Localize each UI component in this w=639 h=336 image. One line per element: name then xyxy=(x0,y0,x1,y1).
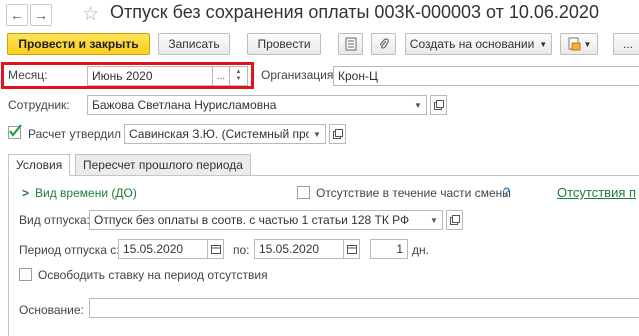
chevron-down-icon: ▼ xyxy=(313,129,321,139)
chevron-down-icon: ▼ xyxy=(235,76,242,82)
open-icon xyxy=(332,129,343,139)
chevron-down-icon: ▼ xyxy=(583,39,592,49)
period-label: Период отпуска с: xyxy=(19,243,120,257)
organization-label: Организация: xyxy=(261,68,337,82)
forward-button[interactable]: → xyxy=(30,4,52,26)
approved-checkbox[interactable] xyxy=(8,124,22,139)
leave-type-label: Вид отпуска: xyxy=(19,213,90,227)
calendar-icon xyxy=(346,245,357,254)
more-button[interactable]: ... xyxy=(613,33,639,55)
date-to-field[interactable]: 15.05.2020 xyxy=(254,239,348,259)
partial-absence-label: Отсутствие в течение части смены xyxy=(316,186,511,200)
basis-field[interactable] xyxy=(89,298,639,318)
date-from-field[interactable]: 15.05.2020 xyxy=(118,239,212,259)
document-icon xyxy=(345,37,356,51)
basis-label: Основание: xyxy=(19,303,84,317)
paperclip-icon xyxy=(379,38,389,49)
arrow-left-icon: ← xyxy=(10,7,24,23)
leave-type-open-button[interactable] xyxy=(446,210,463,230)
approved-open-button[interactable] xyxy=(329,124,346,144)
absences-link[interactable]: Отсутствия п xyxy=(557,185,636,200)
free-rate-label: Освободить ставку на период отсутствия xyxy=(38,268,268,282)
create-based-on-label: Создать на основании xyxy=(409,37,535,51)
leave-type-dropdown-button[interactable]: ▼ xyxy=(426,210,443,230)
date-to-calendar-button[interactable] xyxy=(343,239,360,259)
employee-dropdown-button[interactable]: ▼ xyxy=(410,95,427,115)
panel-left-border xyxy=(8,176,9,336)
save-button[interactable]: Записать xyxy=(158,33,230,55)
month-spinner[interactable]: ▲ ▼ xyxy=(229,66,248,86)
print-document-icon xyxy=(568,37,581,51)
chevron-up-icon: ▲ xyxy=(235,69,242,75)
create-based-on-button[interactable]: Создать на основании ▼ xyxy=(405,33,552,55)
open-icon xyxy=(449,215,460,225)
employee-field[interactable]: Бажова Светлана Нурисламовна xyxy=(87,95,411,115)
arrow-right-icon: → xyxy=(34,7,48,23)
chevron-down-icon: ▼ xyxy=(430,215,438,225)
chevron-down-icon: ▼ xyxy=(414,100,422,110)
month-field[interactable]: Июнь 2020 xyxy=(87,66,213,86)
star-icon[interactable]: ☆ xyxy=(82,3,99,26)
back-button[interactable]: ← xyxy=(6,4,28,26)
date-from-calendar-button[interactable] xyxy=(207,239,224,259)
report-button[interactable] xyxy=(338,33,363,55)
attach-button[interactable] xyxy=(371,33,396,55)
month-label: Месяц: xyxy=(8,68,48,82)
calendar-icon xyxy=(210,245,221,254)
leave-type-field[interactable]: Отпуск без оплаты в соотв. с частью 1 ст… xyxy=(89,210,427,230)
post-and-close-button[interactable]: Провести и закрыть xyxy=(7,33,150,55)
approved-label: Расчет утвердил xyxy=(28,127,122,141)
free-rate-checkbox[interactable] xyxy=(19,268,32,281)
to-label: по: xyxy=(233,243,250,257)
chevron-right-icon: > xyxy=(22,186,30,200)
page-title: Отпуск без сохранения оплаты 003К-000003… xyxy=(110,2,599,22)
chevron-down-icon: ▼ xyxy=(539,39,548,49)
post-button[interactable]: Провести xyxy=(247,33,321,55)
partial-absence-checkbox[interactable] xyxy=(297,186,310,199)
approved-by-field[interactable]: Савинская З.Ю. (Системный прогр xyxy=(124,124,310,144)
approved-dropdown-button[interactable]: ▼ xyxy=(309,124,326,144)
checkmark-icon xyxy=(9,124,22,137)
days-unit-label: дн. xyxy=(412,243,429,257)
month-select-button[interactable]: ... xyxy=(212,66,230,86)
time-type-link[interactable]: > Вид времени (ДО) xyxy=(22,186,137,200)
tab-recalc-previous[interactable]: Пересчет прошлого периода xyxy=(75,154,251,176)
days-field[interactable]: 1 xyxy=(370,239,408,259)
print-button[interactable]: ▼ xyxy=(560,33,598,55)
open-icon xyxy=(433,100,444,110)
employee-label: Сотрудник: xyxy=(8,98,70,112)
employee-open-button[interactable] xyxy=(430,95,447,115)
organization-field[interactable]: Крон-Ц xyxy=(333,66,639,86)
tab-conditions[interactable]: Условия xyxy=(8,154,71,176)
time-type-label: Вид времени (ДО) xyxy=(35,186,137,200)
help-icon[interactable]: ? xyxy=(503,185,510,199)
